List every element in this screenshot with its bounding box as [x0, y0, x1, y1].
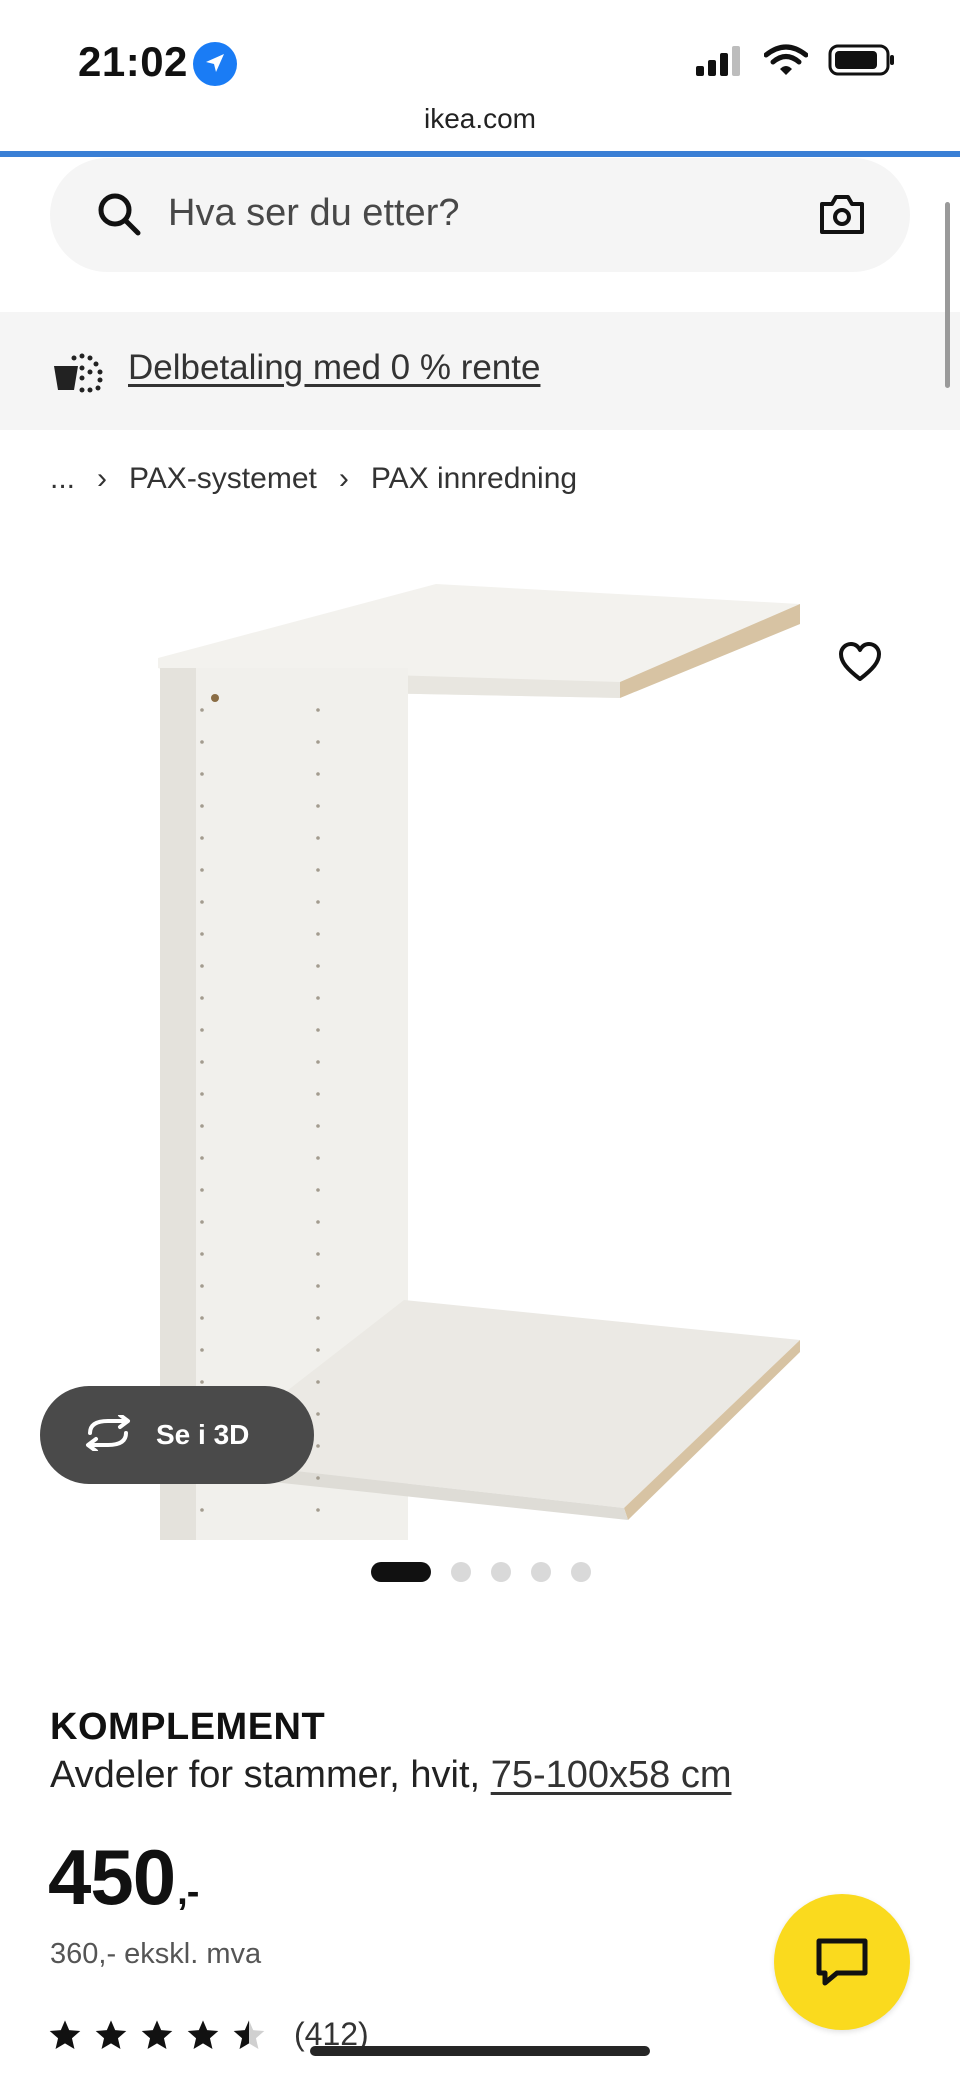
favorite-heart-icon[interactable]: [828, 630, 892, 694]
star-half-icon: [233, 2019, 265, 2049]
view-3d-button[interactable]: Se i 3D: [40, 1386, 314, 1484]
page-load-progress: [0, 151, 960, 157]
product-description-text: Avdeler for stammer, hvit,: [50, 1754, 491, 1796]
location-arrow-icon: [193, 42, 237, 86]
status-icons: [696, 44, 896, 76]
chevron-right-icon: ›: [338, 462, 349, 495]
star-full-icon: [49, 2019, 81, 2049]
page-scrollbar[interactable]: [945, 202, 950, 388]
carousel-dot[interactable]: [491, 1562, 511, 1582]
home-indicator[interactable]: [310, 2046, 650, 2056]
product-size-link[interactable]: 75-100x58 cm: [491, 1754, 732, 1796]
star-full-icon: [187, 2019, 219, 2049]
carousel-dot[interactable]: [571, 1562, 591, 1582]
breadcrumb: ... › PAX-systemet › PAX innredning: [50, 462, 577, 496]
installment-banner[interactable]: Delbetaling med 0 % rente: [0, 312, 960, 430]
star-full-icon: [95, 2019, 127, 2049]
star-full-icon: [141, 2019, 173, 2049]
chat-bubble-icon: [816, 1938, 868, 1986]
price-excluding-vat: 360,- ekskl. mva: [50, 1938, 262, 1970]
status-time: 21:02: [78, 38, 188, 85]
product-description: Avdeler for stammer, hvit, 75-100x58 cm: [50, 1754, 732, 1797]
rotate-3d-icon: [82, 1412, 134, 1456]
breadcrumb-item-pax-system[interactable]: PAX-systemet: [129, 462, 317, 496]
carousel-dot[interactable]: [531, 1562, 551, 1582]
breadcrumb-item-pax-interior[interactable]: PAX innredning: [371, 462, 577, 496]
breadcrumb-item-more[interactable]: ...: [50, 462, 75, 496]
chat-button[interactable]: [774, 1894, 910, 2030]
product-price: 450,-: [48, 1832, 199, 1923]
payment-basket-icon: [52, 348, 104, 399]
search-icon[interactable]: [96, 191, 142, 242]
product-name: KOMPLEMENT: [50, 1706, 326, 1748]
search-input[interactable]: Hva ser du etter?: [168, 192, 459, 235]
carousel-dot[interactable]: [451, 1562, 471, 1582]
camera-icon[interactable]: [818, 192, 866, 241]
wifi-icon: [764, 44, 808, 75]
search-bar[interactable]: Hva ser du etter?: [50, 158, 910, 272]
installment-link[interactable]: Delbetaling med 0 % rente: [128, 348, 540, 388]
image-carousel-dots: [371, 1562, 591, 1582]
battery-icon: [828, 44, 894, 76]
carousel-dot-active[interactable]: [371, 1562, 431, 1582]
price-value: 450: [48, 1833, 176, 1921]
cellular-signal-icon: [696, 46, 740, 76]
browser-url[interactable]: ikea.com: [0, 103, 960, 135]
chevron-right-icon: ›: [97, 462, 108, 495]
view-3d-label: Se i 3D: [156, 1419, 250, 1450]
status-bar: 21:02 ikea.com: [0, 0, 960, 134]
price-suffix: ,-: [177, 1871, 199, 1913]
